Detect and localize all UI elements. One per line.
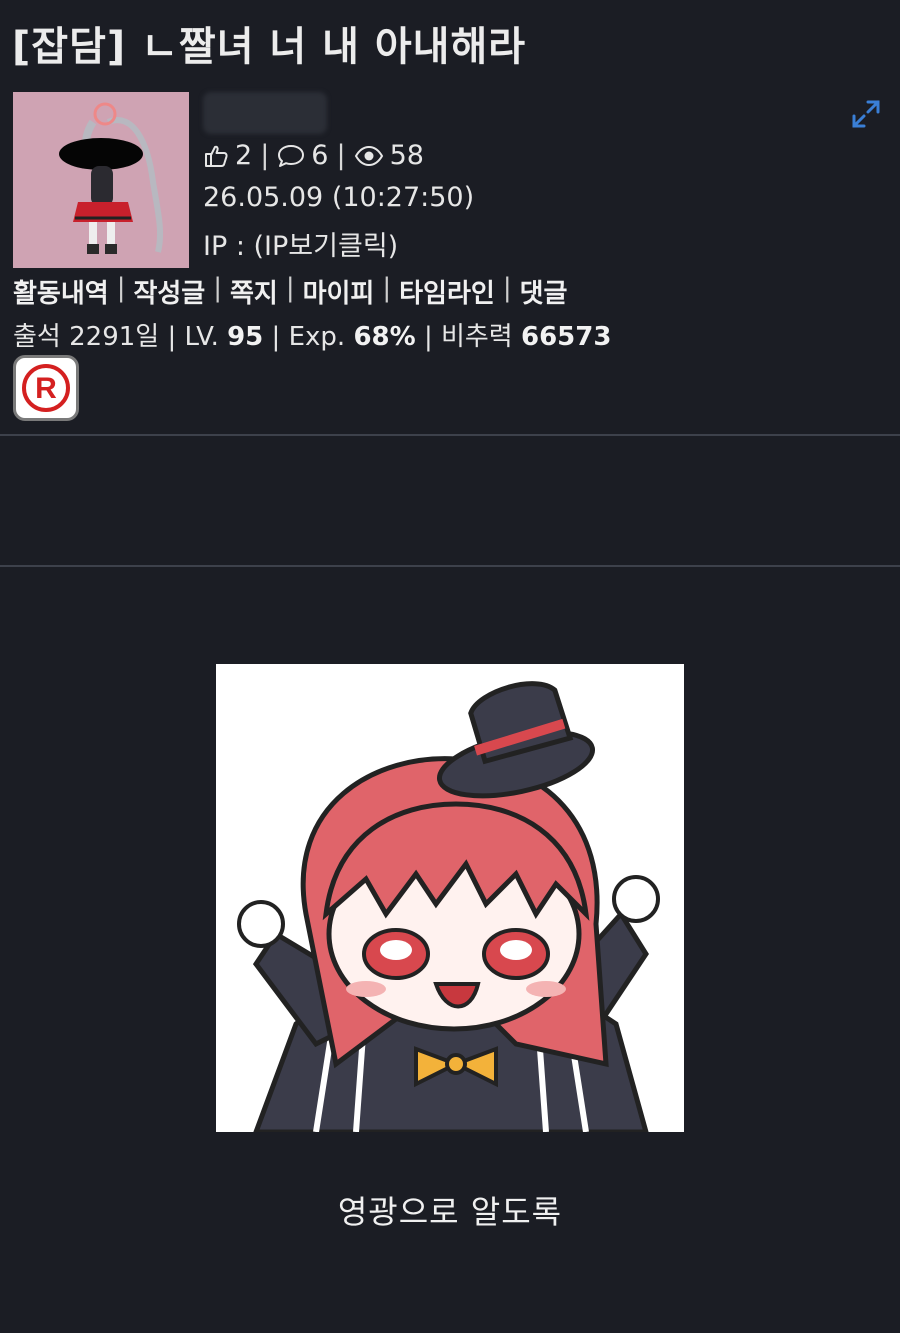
badge-letter: R (35, 372, 57, 405)
post-stats: 2 | 6 | 58 (203, 140, 424, 171)
level-label: LV. (184, 322, 228, 352)
ip-info: IP : (IP보기클릭) (203, 224, 398, 263)
separator: | (116, 273, 126, 303)
registered-badge-icon[interactable]: R (13, 355, 79, 421)
ip-label: IP : (203, 231, 254, 262)
separator: | (336, 140, 346, 171)
like-count: 2 (235, 140, 253, 171)
unrecommend-value: 66573 (521, 322, 612, 352)
profile-avatar[interactable] (13, 92, 189, 268)
exp-value: 68% (353, 322, 416, 352)
link-timeline[interactable]: 타임라인 (399, 273, 495, 310)
post-image[interactable] (216, 664, 684, 1132)
post-title: [잡담] ㄴ짤녀 너 내 아내해라 (12, 24, 527, 70)
separator: | (213, 273, 222, 303)
link-message[interactable]: 쪽지 (230, 273, 278, 310)
post-datetime: 26.05.09 (10:27:50) (203, 182, 475, 213)
ip-view-link[interactable]: (IP보기클릭) (254, 231, 399, 262)
link-mypi[interactable]: 마이피 (303, 273, 375, 310)
chibi-illustration (216, 664, 684, 1132)
unrecommend-label: 비추력 (440, 322, 521, 352)
level-value: 95 (227, 322, 264, 352)
thumbs-up-icon (203, 143, 229, 169)
view-count: 58 (389, 140, 424, 171)
avatar-illustration (13, 92, 189, 268)
separator: | (502, 273, 512, 303)
user-level-info: 출석 2291일 | LV. 95 | Exp. 68% | 비추력 66573 (13, 316, 611, 353)
separator: | (260, 140, 270, 171)
attendance-value: 2291일 (69, 322, 160, 352)
expand-icon[interactable] (850, 98, 882, 130)
post-caption: 영광으로 알도록 (337, 1193, 563, 1231)
nickname-blurred[interactable] (203, 92, 327, 134)
comment-icon (277, 143, 305, 169)
divider (0, 434, 900, 436)
divider (0, 565, 900, 567)
link-comments[interactable]: 댓글 (520, 273, 568, 310)
attendance-label: 출석 (13, 322, 70, 352)
separator: | (285, 273, 295, 303)
separator: | (423, 322, 433, 352)
link-posts[interactable]: 작성글 (133, 273, 205, 310)
exp-label: Exp. (288, 322, 354, 352)
separator: | (382, 273, 392, 303)
eye-icon (354, 145, 384, 167)
user-links: 활동내역 | 작성글 | 쪽지 | 마이피 | 타임라인 | 댓글 (13, 273, 567, 310)
separator: | (167, 322, 185, 352)
link-activity[interactable]: 활동내역 (13, 273, 109, 310)
comment-count: 6 (311, 140, 329, 171)
separator: | (271, 322, 281, 352)
